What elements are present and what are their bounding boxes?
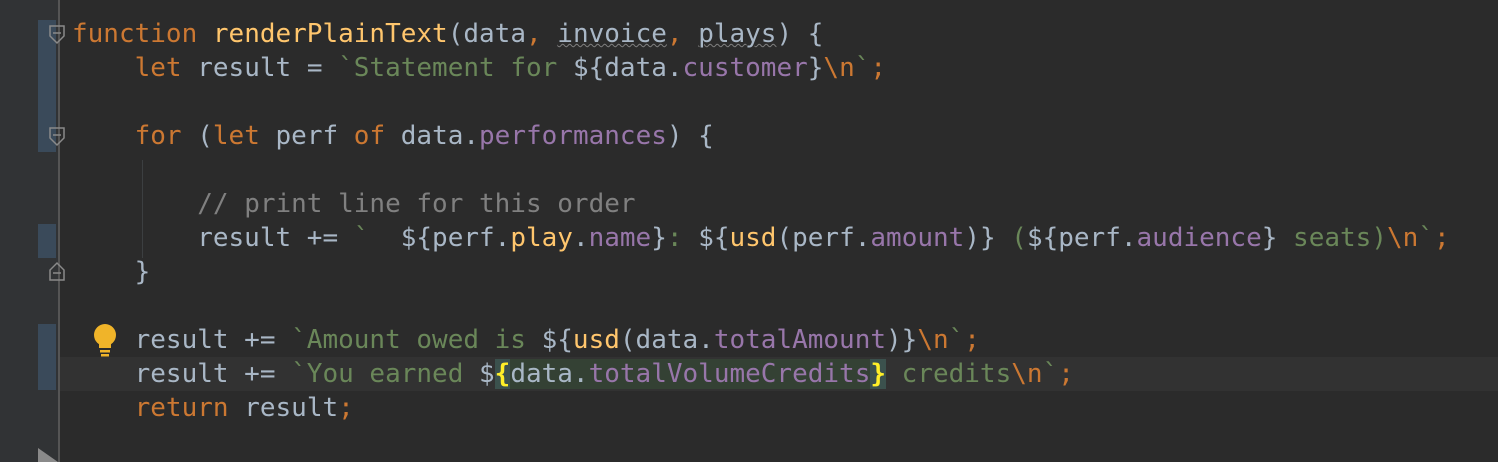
code-token: \n [823,53,855,83]
fold-close-icon[interactable] [48,260,66,282]
vcs-change-marker[interactable] [38,224,56,258]
code-editor[interactable]: function renderPlainText(data, invoice, … [72,17,1450,425]
code-token: audience [1136,223,1262,253]
code-token: play [510,223,573,253]
code-token: result += [72,359,292,389]
code-token: amount [870,223,965,253]
code-token: : [666,223,699,253]
code-token: result += [72,223,354,253]
code-token: usd [572,325,620,355]
code-token: `Amount owed is [291,325,542,355]
code-line[interactable]: function renderPlainText(data, invoice, … [72,17,1450,51]
code-token: } [807,53,824,83]
code-token: ${ [698,223,730,253]
code-token: )} [886,325,918,355]
code-token: } [870,359,887,389]
code-line[interactable]: for (let perf of data.performances) { [72,119,1450,153]
code-token: return [134,393,229,423]
code-line[interactable]: let result = `Statement for ${data.custo… [72,51,1450,85]
code-token: )} [964,223,996,253]
code-line[interactable]: return result; [72,391,1450,425]
code-line[interactable] [72,289,1450,323]
code-token: ; [1433,223,1450,253]
code-token: } [1261,223,1278,253]
code-token: } [651,223,667,253]
code-token: ` [854,53,871,83]
code-token: } [72,257,151,287]
code-line[interactable]: } [72,255,1450,289]
code-token: (data [447,19,526,49]
code-token: seats) [1277,223,1387,253]
code-token: totalVolumeCredits [588,359,871,389]
code-token: data. [385,121,480,151]
code-token: function [72,19,198,49]
code-line[interactable] [72,85,1450,119]
code-token: ${ [541,325,573,355]
code-token: plays [698,19,777,49]
code-token: \n [1011,359,1043,389]
code-line[interactable] [72,153,1450,187]
code-token: result += [72,325,292,355]
code-token: ${perf. [1026,223,1137,253]
fold-open-icon[interactable] [48,24,66,46]
code-token: ( [181,121,213,151]
code-line[interactable]: result += ` ${perf.play.name}: ${usd(per… [72,221,1450,255]
code-token: ( [995,223,1027,253]
code-token: `You earned [291,359,479,389]
code-token: totalAmount [713,325,886,355]
code-token: data. [510,359,589,389]
vcs-change-marker[interactable] [38,324,56,390]
code-token: , [666,19,699,49]
code-token: , [525,19,558,49]
code-token: let [212,121,260,151]
code-token: ) { [776,19,824,49]
code-token: ` [1418,223,1434,253]
code-token: of [353,121,386,151]
code-token: invoice [557,19,667,49]
code-token: result = [181,53,339,83]
code-token: ` [948,325,965,355]
code-token: $ [479,359,495,389]
code-token: ${data. [572,53,683,83]
code-token: ) { [666,121,714,151]
code-token: ` [353,223,401,253]
code-token: // print line for this order [197,189,636,219]
code-token: ` [1042,359,1059,389]
code-token: perf [259,121,354,151]
scroll-marker-icon [38,448,58,462]
code-line[interactable]: result += `You earned ${data.totalVolume… [72,357,1450,391]
code-token: usd [729,223,777,253]
code-token: \n [917,325,949,355]
code-token: (perf. [776,223,871,253]
code-token: \n [1386,223,1419,253]
code-token: customer [682,53,808,83]
code-token: result [228,393,339,423]
code-token: (data. [619,325,714,355]
code-token: ; [1058,359,1074,389]
code-line[interactable]: // print line for this order [72,187,1450,221]
code-token: . [572,223,589,253]
code-line[interactable]: result += `Amount owed is ${usd(data.tot… [72,323,1450,357]
code-token: ; [870,53,887,83]
fold-open-icon[interactable] [48,126,66,148]
code-token: credits [886,359,1012,389]
code-token: let [134,53,182,83]
code-token: ; [338,393,354,423]
code-token: ${perf. [400,223,511,253]
code-token: renderPlainText [212,19,448,49]
code-token: `Statement for [338,53,573,83]
code-token: { [494,359,511,389]
code-token: performances [479,121,667,151]
code-token: for [134,121,182,151]
gutter-divider [58,0,60,462]
code-token: name [588,223,652,253]
code-token: ; [964,325,980,355]
